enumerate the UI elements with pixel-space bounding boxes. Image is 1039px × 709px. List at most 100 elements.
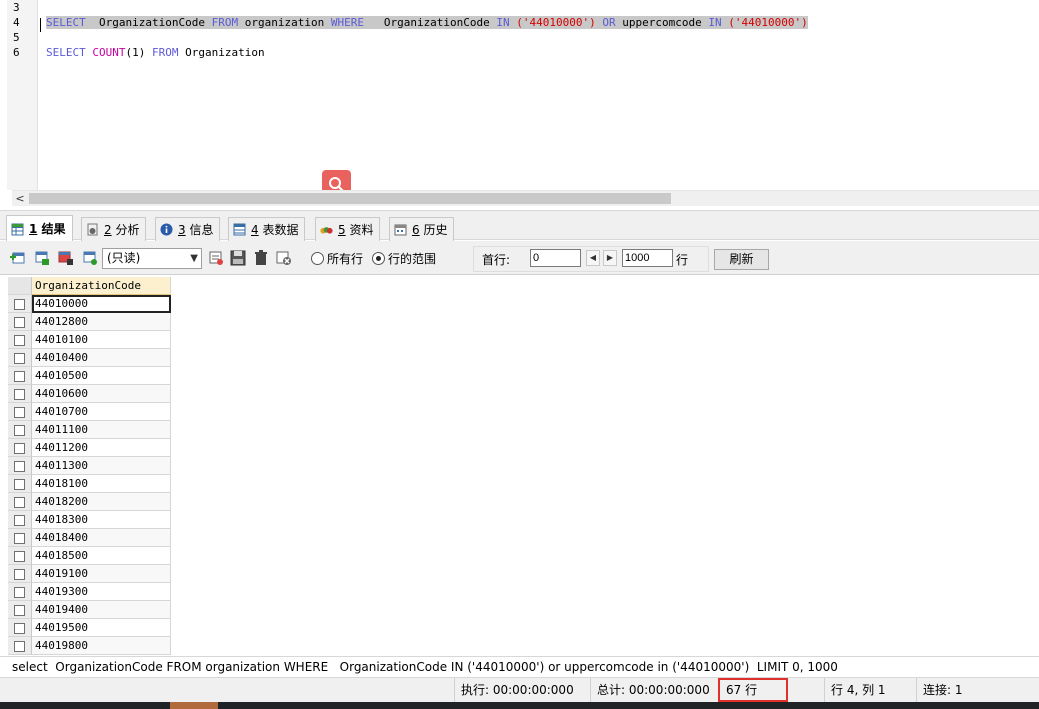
- tab-info[interactable]: 3 信息: [155, 217, 221, 241]
- next-page-icon[interactable]: ▶: [603, 250, 617, 266]
- table-cell[interactable]: 44018200: [32, 493, 171, 511]
- tab-profile-data[interactable]: 5 资料: [315, 217, 381, 241]
- table-row[interactable]: 44018500: [8, 547, 171, 565]
- checkbox[interactable]: [14, 533, 25, 544]
- checkbox[interactable]: [14, 623, 25, 634]
- row-checkbox[interactable]: [8, 457, 32, 475]
- table-row[interactable]: 44019300: [8, 583, 171, 601]
- row-count-input[interactable]: 1000: [622, 249, 673, 267]
- code-line-6[interactable]: SELECT COUNT(1) FROM Organization: [40, 45, 1039, 60]
- table-row[interactable]: 44019100: [8, 565, 171, 583]
- table-cell[interactable]: 44019400: [32, 601, 171, 619]
- table-cell[interactable]: 44019800: [32, 637, 171, 655]
- table-cell[interactable]: 44010000: [32, 295, 171, 313]
- checkbox[interactable]: [14, 479, 25, 490]
- row-checkbox[interactable]: [8, 421, 32, 439]
- checkbox[interactable]: [14, 443, 25, 454]
- table-row[interactable]: 44010400: [8, 349, 171, 367]
- row-checkbox[interactable]: [8, 403, 32, 421]
- row-checkbox[interactable]: [8, 439, 32, 457]
- save-rows-icon[interactable]: [34, 250, 50, 266]
- checkbox[interactable]: [14, 353, 25, 364]
- table-row[interactable]: 44010500: [8, 367, 171, 385]
- checkbox[interactable]: [14, 605, 25, 616]
- table-row[interactable]: 44018200: [8, 493, 171, 511]
- table-cell[interactable]: 44010500: [32, 367, 171, 385]
- table-cell[interactable]: 44011300: [32, 457, 171, 475]
- scroll-left-arrow-icon[interactable]: <: [12, 191, 28, 206]
- delete-rows-icon[interactable]: [58, 250, 74, 266]
- row-checkbox[interactable]: [8, 475, 32, 493]
- insert-row-icon[interactable]: [10, 250, 26, 266]
- checkbox[interactable]: [14, 389, 25, 400]
- table-row[interactable]: 44011200: [8, 439, 171, 457]
- table-cell[interactable]: 44019300: [32, 583, 171, 601]
- table-cell[interactable]: 44010600: [32, 385, 171, 403]
- radio-circle-selected[interactable]: [372, 252, 385, 265]
- row-checkbox[interactable]: [8, 367, 32, 385]
- checkbox[interactable]: [14, 335, 25, 346]
- row-checkbox[interactable]: [8, 511, 32, 529]
- code-line-3[interactable]: [40, 0, 1039, 15]
- code-area[interactable]: SELECT OrganizationCode FROM organizatio…: [40, 0, 1039, 190]
- table-cell[interactable]: 44018100: [32, 475, 171, 493]
- table-row[interactable]: 44018100: [8, 475, 171, 493]
- table-cell[interactable]: 44019500: [32, 619, 171, 637]
- table-cell[interactable]: 44018400: [32, 529, 171, 547]
- checkbox[interactable]: [14, 407, 25, 418]
- checkbox[interactable]: [14, 515, 25, 526]
- table-cell[interactable]: 44011100: [32, 421, 171, 439]
- checkbox[interactable]: [14, 587, 25, 598]
- table-row[interactable]: 44018400: [8, 529, 171, 547]
- table-cell[interactable]: 44018300: [32, 511, 171, 529]
- table-row[interactable]: 44012800: [8, 313, 171, 331]
- taskbar-active-item[interactable]: [170, 702, 218, 709]
- tab-table-data[interactable]: 4 表数据: [228, 217, 306, 241]
- table-cell[interactable]: 44019100: [32, 565, 171, 583]
- table-cell[interactable]: 44012800: [32, 313, 171, 331]
- table-row[interactable]: 44010000: [8, 295, 171, 313]
- table-cell[interactable]: 44010700: [32, 403, 171, 421]
- row-checkbox[interactable]: [8, 529, 32, 547]
- table-row[interactable]: 44018300: [8, 511, 171, 529]
- table-row[interactable]: 44011300: [8, 457, 171, 475]
- table-row[interactable]: 44019400: [8, 601, 171, 619]
- radio-row-range[interactable]: 行的范围: [372, 250, 436, 267]
- scrollbar-thumb[interactable]: [29, 193, 671, 204]
- tab-history[interactable]: 6 历史: [389, 217, 455, 241]
- row-checkbox[interactable]: [8, 295, 32, 313]
- save-icon[interactable]: [230, 250, 246, 266]
- code-line-4[interactable]: SELECT OrganizationCode FROM organizatio…: [40, 15, 1039, 30]
- checkbox[interactable]: [14, 461, 25, 472]
- clear-icon[interactable]: [276, 250, 292, 266]
- row-checkbox[interactable]: [8, 331, 32, 349]
- table-row[interactable]: 44010100: [8, 331, 171, 349]
- radio-circle[interactable]: [311, 252, 324, 265]
- row-checkbox[interactable]: [8, 601, 32, 619]
- row-checkbox[interactable]: [8, 619, 32, 637]
- first-row-input[interactable]: 0: [530, 249, 581, 267]
- tab-profile[interactable]: 2 分析: [81, 217, 147, 241]
- checkbox[interactable]: [14, 371, 25, 382]
- table-row[interactable]: 44011100: [8, 421, 171, 439]
- table-cell[interactable]: 44010100: [32, 331, 171, 349]
- refresh-rows-icon[interactable]: [82, 250, 98, 266]
- export-icon[interactable]: [208, 250, 224, 266]
- row-checkbox[interactable]: [8, 493, 32, 511]
- row-checkbox[interactable]: [8, 637, 32, 655]
- row-checkbox[interactable]: [8, 349, 32, 367]
- trash-icon[interactable]: [253, 250, 269, 266]
- selected-query[interactable]: SELECT OrganizationCode FROM organizatio…: [46, 16, 808, 29]
- table-cell[interactable]: 44011200: [32, 439, 171, 457]
- table-cell[interactable]: 44010400: [32, 349, 171, 367]
- row-checkbox[interactable]: [8, 313, 32, 331]
- table-cell[interactable]: 44018500: [32, 547, 171, 565]
- sql-editor[interactable]: 3 4 5 6 SELECT OrganizationCode FROM org…: [0, 0, 1039, 210]
- table-row[interactable]: 44019800: [8, 637, 171, 655]
- checkbox[interactable]: [14, 317, 25, 328]
- horizontal-scrollbar[interactable]: <: [12, 190, 1039, 206]
- checkbox[interactable]: [14, 497, 25, 508]
- previous-page-icon[interactable]: ◀: [586, 250, 600, 266]
- row-checkbox[interactable]: [8, 583, 32, 601]
- column-header[interactable]: OrganizationCode: [32, 277, 171, 295]
